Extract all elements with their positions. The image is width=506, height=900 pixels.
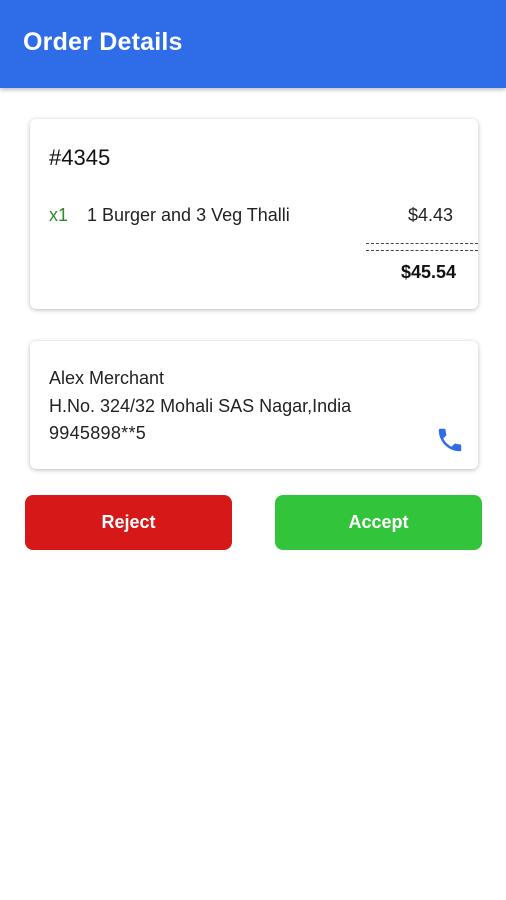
page-title: Order Details [23,28,183,56]
phone-icon [438,428,462,452]
order-total: $45.54 [400,262,456,282]
call-button[interactable] [433,423,467,457]
item-price: $4.43 [407,205,453,225]
customer-card: Alex Merchant H.No. 324/32 Mohali SAS Na… [30,341,478,469]
total-divider [366,243,478,244]
customer-phone: 9945898**5 [49,423,147,443]
accept-button[interactable]: Accept [275,495,482,550]
customer-name: Alex Merchant [49,368,165,388]
item-quantity: x1 [49,205,69,225]
app-bar: Order Details [0,0,506,88]
item-name: 1 Burger and 3 Veg Thalli [87,205,290,225]
order-summary-card: #4345 x1 1 Burger and 3 Veg Thalli $4.43… [30,119,478,309]
order-id: #4345 [49,145,111,170]
customer-address: H.No. 324/32 Mohali SAS Nagar,India [49,396,352,416]
reject-button[interactable]: Reject [25,495,232,550]
total-divider [366,250,478,251]
